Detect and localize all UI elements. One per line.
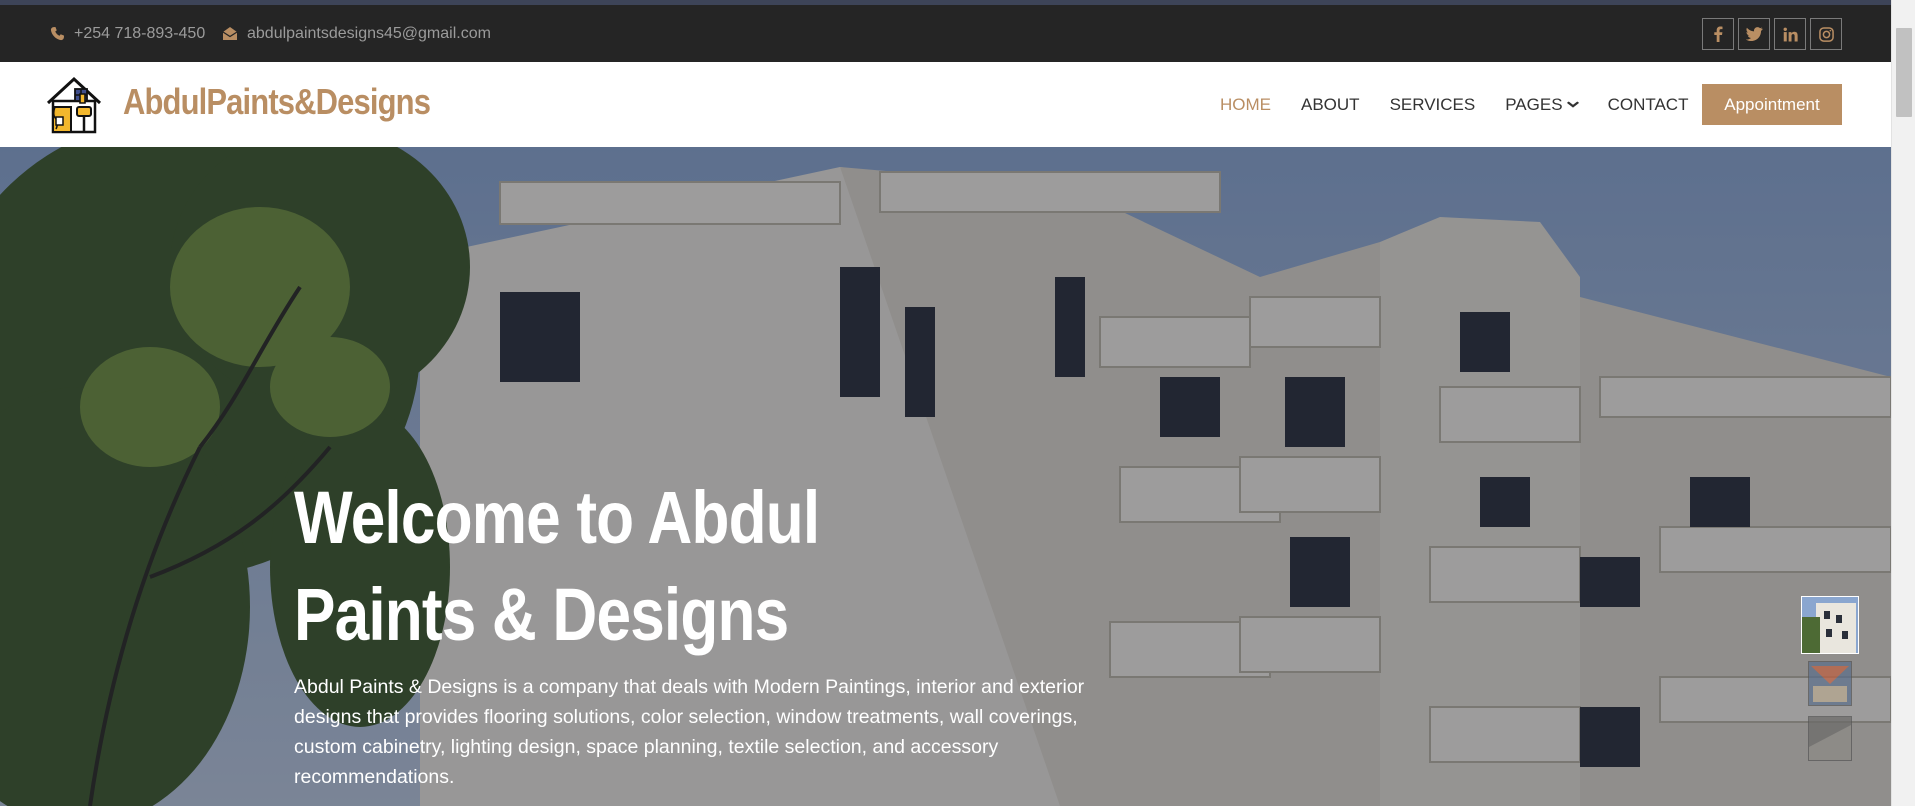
facebook-icon[interactable] bbox=[1702, 18, 1734, 50]
scrollbar-thumb[interactable] bbox=[1896, 28, 1912, 117]
appointment-button[interactable]: Appointment bbox=[1702, 84, 1842, 125]
slide-thumbnail-1[interactable] bbox=[1801, 596, 1859, 654]
phone-number: +254 718-893-450 bbox=[74, 24, 206, 42]
nav-menu: HOME ABOUT SERVICES PAGES CONTACT bbox=[1220, 62, 1718, 147]
phone-icon bbox=[50, 26, 65, 41]
slide-thumbnail-3[interactable] bbox=[1808, 716, 1852, 761]
instagram-icon[interactable] bbox=[1810, 18, 1842, 50]
nav-pages-label: PAGES bbox=[1505, 94, 1563, 114]
email-contact[interactable]: abdulpaintsdesigns45@gmail.com bbox=[222, 5, 491, 62]
slide-thumbnail-2[interactable] bbox=[1808, 661, 1852, 706]
phone-contact[interactable]: +254 718-893-450 bbox=[50, 5, 205, 62]
linkedin-icon[interactable] bbox=[1774, 18, 1806, 50]
hero-section: Welcome to Abdul Paints & Designs Abdul … bbox=[0, 147, 1891, 806]
nav-services[interactable]: SERVICES bbox=[1390, 95, 1476, 115]
nav-about[interactable]: ABOUT bbox=[1301, 95, 1360, 115]
chevron-down-icon bbox=[1566, 99, 1579, 111]
envelope-icon bbox=[222, 26, 238, 41]
social-links bbox=[1702, 18, 1842, 50]
brand-name[interactable]: AbdulPaints&Designs bbox=[123, 81, 431, 123]
main-navbar: AbdulPaints&Designs HOME ABOUT SERVICES … bbox=[0, 62, 1891, 147]
topbar: +254 718-893-450 abdulpaintsdesigns45@gm… bbox=[0, 5, 1891, 62]
hero-title: Welcome to Abdul Paints & Designs bbox=[294, 476, 820, 656]
email-address: abdulpaintsdesigns45@gmail.com bbox=[247, 24, 491, 42]
nav-home[interactable]: HOME bbox=[1220, 95, 1271, 115]
twitter-icon[interactable] bbox=[1738, 18, 1770, 50]
page-scrollbar[interactable] bbox=[1891, 0, 1915, 806]
nav-pages[interactable]: PAGES bbox=[1505, 94, 1579, 115]
hero-description: Abdul Paints & Designs is a company that… bbox=[294, 676, 1085, 788]
nav-contact[interactable]: CONTACT bbox=[1608, 95, 1689, 115]
logo-icon[interactable] bbox=[44, 73, 104, 135]
